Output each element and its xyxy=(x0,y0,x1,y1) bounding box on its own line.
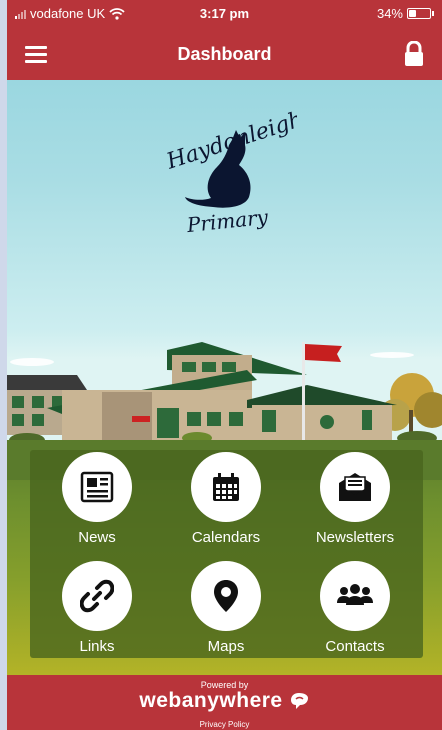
battery-percent: 34% xyxy=(376,6,403,21)
tile-calendars[interactable]: Calendars xyxy=(166,451,286,551)
people-icon xyxy=(337,584,373,605)
tile-links-label: Links xyxy=(79,638,115,655)
page-title: Dashboard xyxy=(177,44,272,64)
dashboard-tiles-panel: News Calendars Newsletters Links Maps Co… xyxy=(30,450,423,658)
newspaper-icon xyxy=(80,471,114,503)
tile-contacts-circle xyxy=(320,561,390,631)
calendar-icon xyxy=(213,473,239,501)
brand-logo: webanywhere xyxy=(7,689,442,713)
privacy-policy-link[interactable]: Privacy Policy xyxy=(7,720,442,729)
brain-leaf-icon xyxy=(290,693,308,709)
tile-calendars-circle xyxy=(191,452,261,522)
tile-links-circle xyxy=(62,561,132,631)
tile-news-circle xyxy=(62,452,132,522)
logo-text-bottom: Primary xyxy=(185,205,270,238)
link-icon xyxy=(80,579,114,613)
footer: Powered by webanywhere Privacy Policy xyxy=(7,675,442,730)
tile-newsletters[interactable]: Newsletters xyxy=(295,451,415,551)
tile-calendars-label: Calendars xyxy=(191,529,261,546)
map-pin-icon xyxy=(214,580,238,612)
battery-area: 34% xyxy=(377,6,434,21)
tile-maps-label: Maps xyxy=(207,638,245,655)
battery-icon xyxy=(407,8,431,19)
tile-maps-circle xyxy=(191,561,261,631)
status-bar: vodafone UK 3:17 pm 34% xyxy=(7,0,442,26)
tile-news-label: News xyxy=(78,529,116,546)
tile-newsletters-circle xyxy=(320,452,390,522)
app-header: Dashboard xyxy=(7,26,442,80)
envelope-icon xyxy=(339,473,371,501)
tile-contacts[interactable]: Contacts xyxy=(295,560,415,660)
app-screen: Haydonleigh Primary News Calendars Newsl… xyxy=(7,0,442,730)
tile-links[interactable]: Links xyxy=(37,560,157,660)
tile-newsletters-label: Newsletters xyxy=(315,529,395,546)
tile-contacts-label: Contacts xyxy=(325,638,385,655)
tile-maps[interactable]: Maps xyxy=(166,560,286,660)
padlock-icon[interactable] xyxy=(404,41,424,67)
school-logo: Haydonleigh Primary xyxy=(163,107,297,238)
tile-news[interactable]: News xyxy=(37,451,157,551)
brand-name: webanywhere xyxy=(139,689,283,712)
